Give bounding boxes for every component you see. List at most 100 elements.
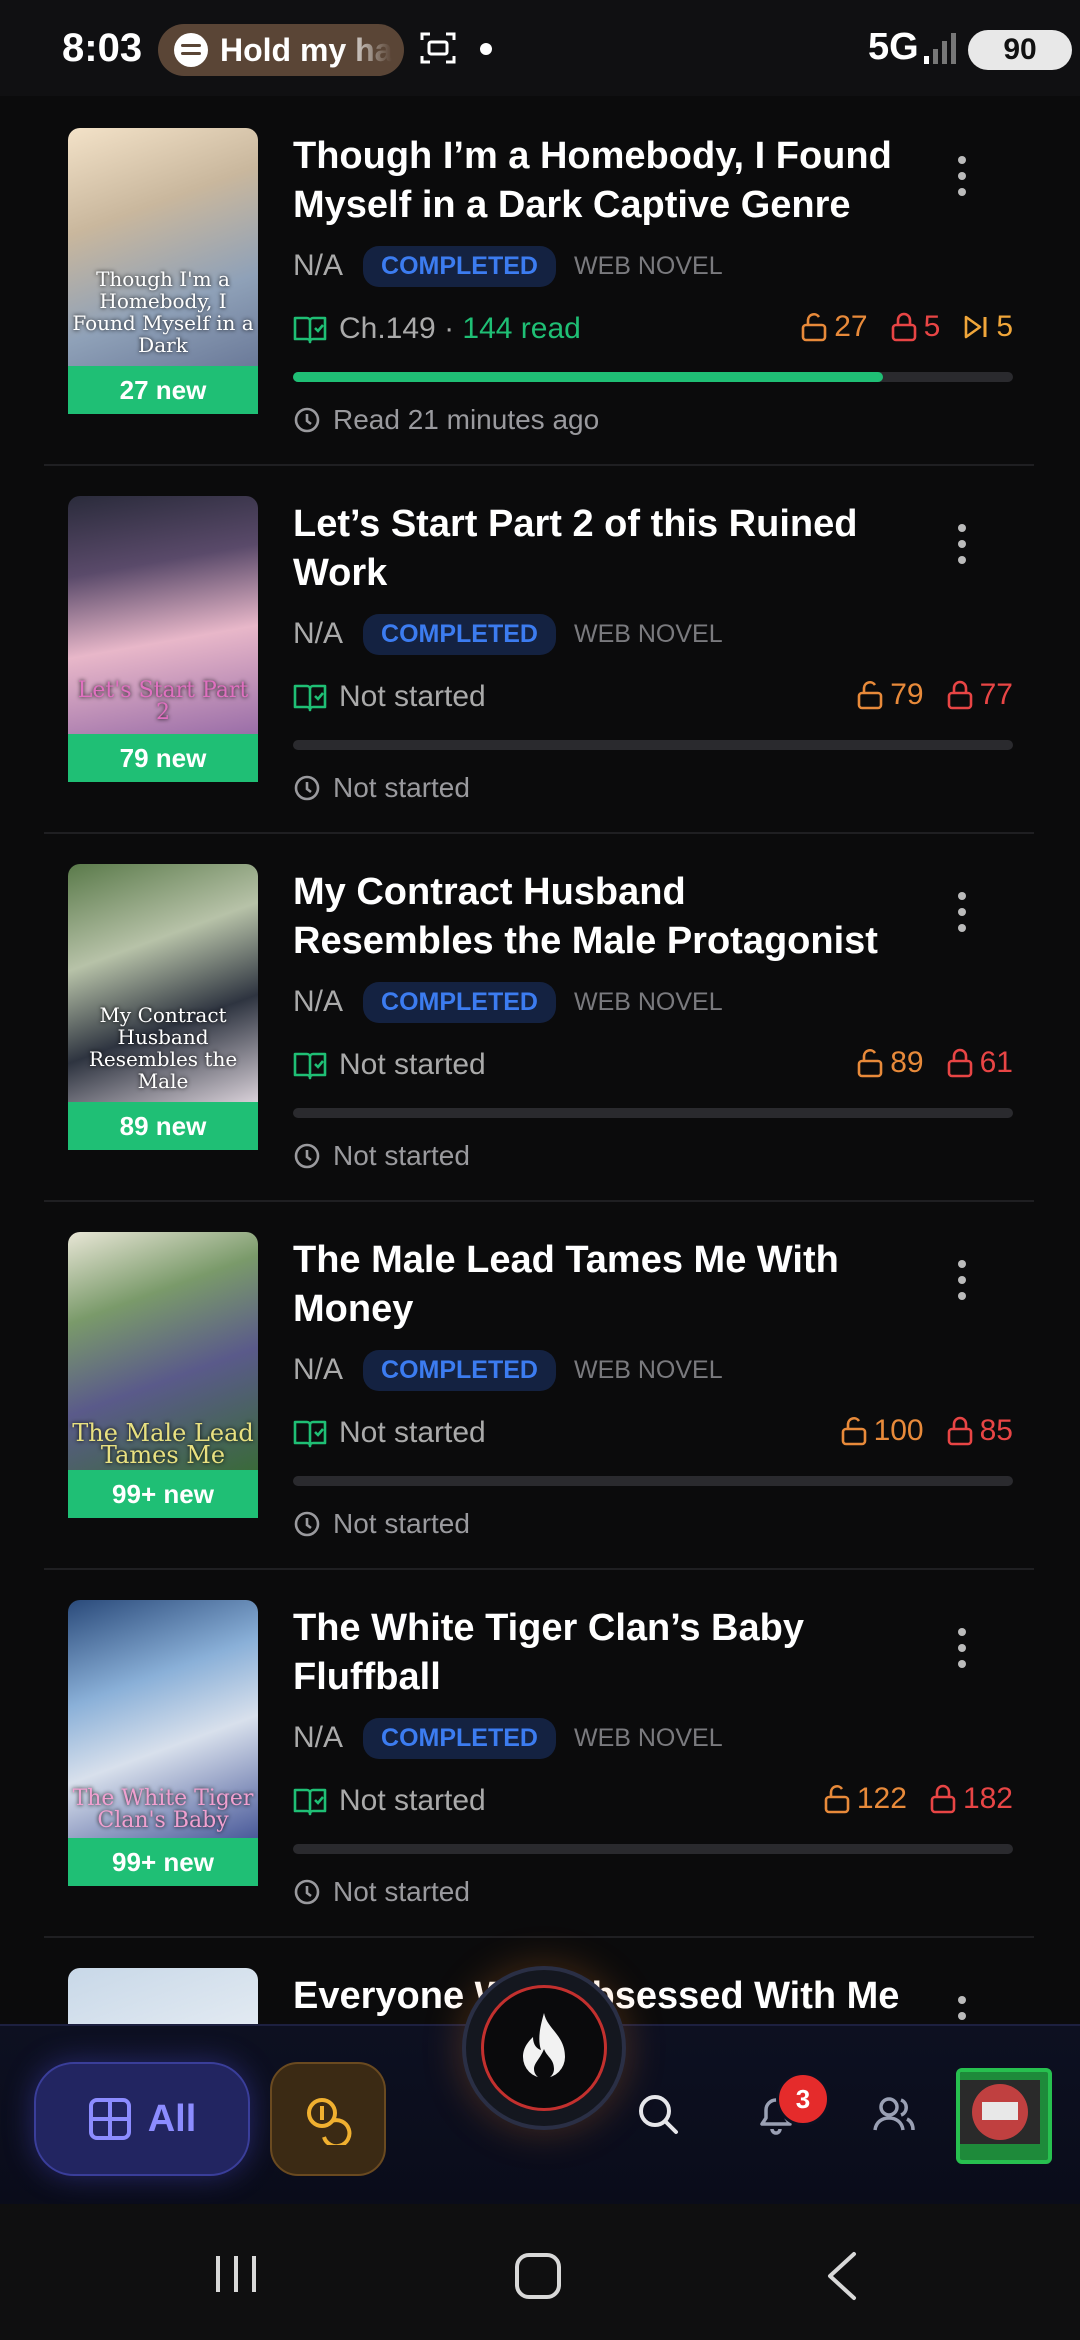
clock-icon <box>294 1143 320 1169</box>
back-icon[interactable] <box>822 2250 862 2302</box>
status-badge: COMPLETED <box>363 613 556 655</box>
network-label: 5G <box>868 26 919 68</box>
last-read: Not started <box>293 772 470 804</box>
people-icon[interactable] <box>872 2092 916 2136</box>
spotify-icon <box>174 33 208 67</box>
skip-count: 5 <box>962 310 1013 344</box>
locked-count: 5 <box>890 310 940 344</box>
list-item[interactable]: My Contract Husband Resembles the Male 8… <box>44 832 1034 1202</box>
bottom-nav: All 3 <box>0 1966 1080 2206</box>
book-icon <box>293 316 327 344</box>
lock-icon <box>947 680 972 710</box>
media-pill[interactable]: Hold my ha <box>158 24 404 76</box>
lock-icon <box>947 1416 972 1446</box>
chapter-counts: 89 61 <box>834 1046 1013 1080</box>
type-label: WEB NOVEL <box>573 619 723 648</box>
notification-dot <box>480 43 492 55</box>
list-item[interactable]: The White Tiger Clan's Baby 99+ new The … <box>44 1568 1034 1938</box>
cover-art <box>68 1968 258 2024</box>
status-bar: 8:03 Hold my ha 5G 90 <box>0 0 1080 96</box>
notification-badge: 3 <box>776 2072 830 2126</box>
read-count: 144 read <box>462 312 581 345</box>
unlock-icon <box>857 681 883 710</box>
rating: N/A <box>293 1353 344 1386</box>
search-icon[interactable] <box>636 2092 680 2136</box>
rating: N/A <box>293 985 344 1018</box>
book-meta: N/A COMPLETED WEB NOVEL <box>293 613 723 655</box>
system-nav-bar <box>0 2204 1080 2340</box>
cover-title: Let's Start Part 2 <box>77 678 249 725</box>
flame-button[interactable] <box>462 1966 626 2130</box>
new-chapters-badge: 99+ new <box>68 1838 258 1886</box>
more-icon[interactable] <box>956 892 968 936</box>
more-icon[interactable] <box>956 156 968 200</box>
home-icon[interactable] <box>512 2250 564 2302</box>
more-icon[interactable] <box>956 1996 968 2024</box>
book-title[interactable]: My Contract Husband Resembles the Male P… <box>293 868 893 966</box>
status-time: 8:03 <box>62 26 143 70</box>
unlocked-count: 27 <box>800 310 868 344</box>
type-label: WEB NOVEL <box>573 1355 723 1384</box>
recents-icon[interactable] <box>212 2250 260 2298</box>
last-read: Read 21 minutes ago <box>293 404 599 436</box>
clock-icon <box>294 775 320 801</box>
progress-fill <box>293 372 884 382</box>
lock-icon <box>891 312 916 342</box>
book-cover[interactable]: The White Tiger Clan's Baby 99+ new <box>68 1600 258 1886</box>
unlock-icon <box>857 1049 883 1078</box>
locked-count: 61 <box>946 1046 1013 1080</box>
rating: N/A <box>293 249 344 282</box>
new-chapters-badge: 27 new <box>68 366 258 414</box>
progress-row: Not started 100 85 <box>293 1412 1013 1456</box>
coins-icon <box>307 2098 352 2145</box>
progress-bar <box>293 1844 1013 1854</box>
signal-icon <box>924 33 956 64</box>
book-cover[interactable]: The Male Lead Tames Me 99+ new <box>68 1232 258 1518</box>
battery-level: 90 <box>968 30 1072 70</box>
book-cover[interactable]: My Contract Husband Resembles the Male 8… <box>68 864 258 1150</box>
progress-bar <box>293 1108 1013 1118</box>
clock-icon <box>294 1879 320 1905</box>
rating: N/A <box>293 617 344 650</box>
new-chapters-badge: 99+ new <box>68 1470 258 1518</box>
cover-title: The Male Lead Tames Me <box>72 1419 254 1469</box>
last-read: Not started <box>293 1876 470 1908</box>
list-item[interactable]: The Male Lead Tames Me 99+ new The Male … <box>44 1200 1034 1570</box>
chapter-label: Not started <box>339 1048 486 1081</box>
book-title[interactable]: The Male Lead Tames Me With Money <box>293 1236 893 1334</box>
rating: N/A <box>293 1721 344 1754</box>
book-title[interactable]: The White Tiger Clan’s Baby Fluffball <box>293 1604 893 1702</box>
book-title[interactable]: Let’s Start Part 2 of this Ruined Work <box>293 500 893 598</box>
chapter-label: Not started <box>339 680 486 713</box>
new-chapters-badge: 79 new <box>68 734 258 782</box>
book-title[interactable]: Everyone Was Obsessed With Me <box>293 1972 953 2021</box>
book-title[interactable]: Though I’m a Homebody, I Found Myself in… <box>293 132 893 230</box>
unlocked-count: 100 <box>840 1414 924 1448</box>
all-tab-button[interactable]: All <box>34 2062 250 2176</box>
book-cover[interactable]: Though I'm a Homebody, I Found Myself in… <box>68 128 258 414</box>
coins-button[interactable] <box>270 2062 386 2176</box>
chapter-counts: 100 85 <box>818 1414 1013 1448</box>
avatar[interactable] <box>956 2068 1052 2164</box>
more-icon[interactable] <box>956 1628 968 1672</box>
list-item[interactable]: Though I'm a Homebody, I Found Myself in… <box>44 96 1034 466</box>
list-item[interactable]: Let's Start Part 2 79 new Let’s Start Pa… <box>44 464 1034 834</box>
more-icon[interactable] <box>956 524 968 568</box>
status-badge: COMPLETED <box>363 981 556 1023</box>
chapter-counts: 27 5 5 <box>778 310 1013 344</box>
type-label: WEB NOVEL <box>573 251 723 280</box>
book-cover[interactable]: Let's Start Part 2 79 new <box>68 496 258 782</box>
flame-icon <box>481 1985 607 2111</box>
skip-icon <box>965 315 987 339</box>
scan-icon <box>420 32 456 64</box>
progress-row: Not started 89 61 <box>293 1044 1013 1088</box>
book-icon <box>293 1052 327 1080</box>
more-icon[interactable] <box>956 1260 968 1304</box>
locked-count: 182 <box>929 1782 1013 1816</box>
last-read: Not started <box>293 1140 470 1172</box>
clock-icon <box>294 407 320 433</box>
unlock-icon <box>841 1417 866 1446</box>
book-cover[interactable] <box>68 1968 258 2024</box>
chapter-progress: Ch.149 · 144 read <box>339 312 581 345</box>
unlocked-count: 79 <box>856 678 924 712</box>
